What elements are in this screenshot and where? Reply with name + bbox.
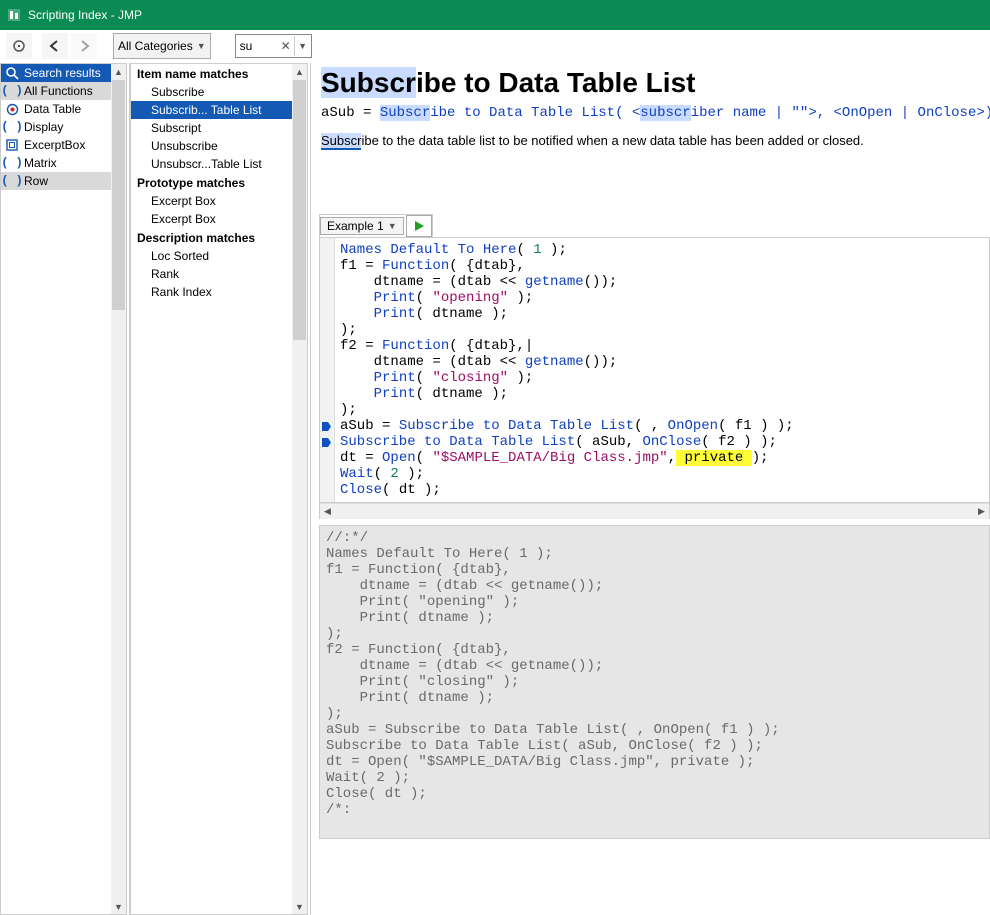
target-icon xyxy=(5,102,19,116)
list-item[interactable]: Unsubscribe xyxy=(131,137,307,155)
example-toolbar: Example 1 ▼ xyxy=(319,214,433,237)
back-button[interactable] xyxy=(42,33,68,59)
group-header: Prototype matches xyxy=(131,173,307,192)
clear-search-icon[interactable]: ✕ xyxy=(278,36,294,56)
sidebar-item-label: ExcerptBox xyxy=(24,138,85,152)
titlebar: Scripting Index - JMP xyxy=(0,0,990,30)
example-dropdown-label: Example 1 xyxy=(327,219,384,233)
scroll-up-icon[interactable]: ▲ xyxy=(292,64,307,79)
list-item[interactable]: Excerpt Box xyxy=(131,210,307,228)
app-icon xyxy=(6,7,22,23)
sidebar-item-search-results[interactable]: Search results xyxy=(1,64,126,82)
scroll-thumb[interactable] xyxy=(112,80,125,310)
toolbar: All Categories ▼ ✕ ▼ xyxy=(0,30,990,63)
scroll-right-icon[interactable]: ▶ xyxy=(974,504,989,519)
list-item[interactable]: Rank xyxy=(131,265,307,283)
itemlist-scrollbar[interactable]: ▲ ▼ xyxy=(292,64,307,914)
sidebar-item-label: All Functions xyxy=(24,84,93,98)
code-gutter[interactable] xyxy=(320,238,335,502)
search-dropdown-icon[interactable]: ▼ xyxy=(294,36,311,56)
group-header: Item name matches xyxy=(131,64,307,83)
search-box[interactable]: ✕ ▼ xyxy=(235,34,312,58)
run-script-button[interactable] xyxy=(406,215,432,237)
sidebar-item-label: Data Table xyxy=(24,102,81,116)
chevron-down-icon: ▼ xyxy=(388,221,397,231)
scroll-up-icon[interactable]: ▲ xyxy=(111,64,126,79)
parens-icon: ( ) xyxy=(5,174,19,188)
sidebar-item-label: Search results xyxy=(24,66,101,80)
sidebar-item-row[interactable]: ( ) Row xyxy=(1,172,126,190)
category-dropdown[interactable]: All Categories ▼ xyxy=(113,33,211,59)
code-hscrollbar[interactable]: ◀ ▶ xyxy=(319,503,990,519)
list-item[interactable]: Rank Index xyxy=(131,283,307,301)
list-item[interactable]: Subscribe xyxy=(131,83,307,101)
window-title: Scripting Index - JMP xyxy=(28,8,142,22)
detail-pane: Subscribe to Data Table List aSub = Subs… xyxy=(311,63,990,915)
breakpoint-icon[interactable] xyxy=(321,436,332,447)
chevron-down-icon: ▼ xyxy=(197,41,206,51)
search-input[interactable] xyxy=(236,39,278,53)
code-editor[interactable]: Names Default To Here( 1 ); f1 = Functio… xyxy=(319,237,990,503)
sidebar-item-label: Matrix xyxy=(24,156,57,170)
breakpoint-icon[interactable] xyxy=(321,420,332,431)
parens-icon: ( ) xyxy=(5,120,19,134)
parens-icon: ( ) xyxy=(5,156,19,170)
forward-button[interactable] xyxy=(71,33,97,59)
sidebar-item-display[interactable]: ( ) Display xyxy=(1,118,126,136)
sidebar-item-matrix[interactable]: ( ) Matrix xyxy=(1,154,126,172)
list-item[interactable]: Excerpt Box xyxy=(131,192,307,210)
log-output: //:*/ Names Default To Here( 1 ); f1 = F… xyxy=(319,525,990,839)
sidebar-scrollbar[interactable]: ▲ ▼ xyxy=(111,64,126,914)
signature: aSub = Subscribe to Data Table List( <su… xyxy=(321,105,990,121)
group-header: Description matches xyxy=(131,228,307,247)
page-title: Subscribe to Data Table List xyxy=(321,67,990,99)
list-item[interactable]: Loc Sorted xyxy=(131,247,307,265)
item-list: Item name matchesSubscribeSubscrib... Ta… xyxy=(130,63,311,915)
parens-icon: ( ) xyxy=(5,84,19,98)
scroll-down-icon[interactable]: ▼ xyxy=(292,899,307,914)
list-item[interactable]: Subscrib... Table List xyxy=(131,101,307,119)
scroll-down-icon[interactable]: ▼ xyxy=(111,899,126,914)
category-dropdown-label: All Categories xyxy=(118,39,193,53)
magnifier-icon xyxy=(5,66,19,80)
sidebar-item-excerptbox[interactable]: ExcerptBox xyxy=(1,136,126,154)
scroll-left-icon[interactable]: ◀ xyxy=(320,504,335,519)
square-icon xyxy=(5,138,19,152)
home-button[interactable] xyxy=(6,33,32,59)
sidebar: Search results ( ) All Functions Data Table… xyxy=(0,63,130,915)
sidebar-item-label: Display xyxy=(24,120,63,134)
list-item[interactable]: Unsubscr...Table List xyxy=(131,155,307,173)
scroll-thumb[interactable] xyxy=(293,80,306,340)
list-item[interactable]: Subscript xyxy=(131,119,307,137)
description: Subscribe to the data table list to be n… xyxy=(321,133,990,150)
sidebar-item-data-table[interactable]: Data Table xyxy=(1,100,126,118)
sidebar-item-all-functions[interactable]: ( ) All Functions xyxy=(1,82,126,100)
example-dropdown[interactable]: Example 1 ▼ xyxy=(320,217,404,235)
sidebar-item-label: Row xyxy=(24,174,48,188)
